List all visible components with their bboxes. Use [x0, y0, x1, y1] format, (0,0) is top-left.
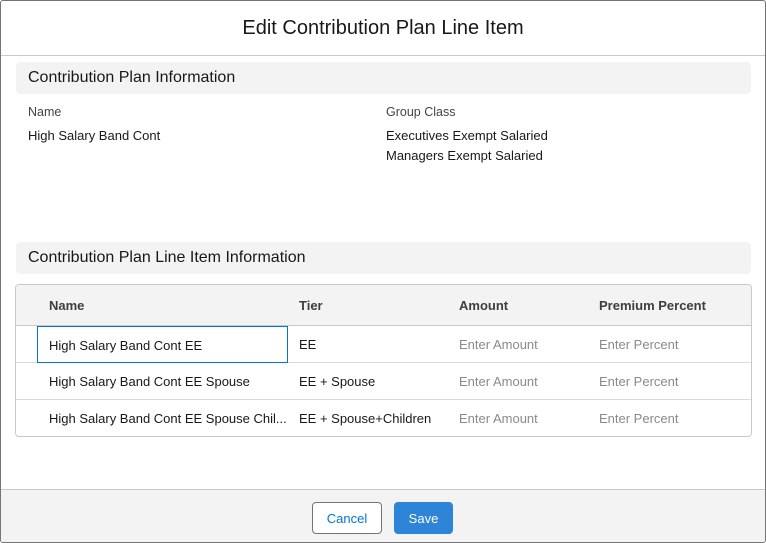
modal-header: Edit Contribution Plan Line Item	[1, 1, 765, 56]
amount-input[interactable]: Enter Amount	[459, 363, 584, 400]
table-row: High Salary Band Cont EE Spouse Chil... …	[16, 400, 751, 436]
table-header-row: Name Tier Amount Premium Percent	[16, 285, 751, 326]
table-row: High Salary Band Cont EE Spouse EE + Spo…	[16, 363, 751, 400]
column-header-name[interactable]: Name	[49, 285, 84, 326]
percent-input[interactable]: Enter Percent	[599, 400, 739, 436]
plan-info-section-title: Contribution Plan Information	[28, 69, 236, 86]
column-header-tier[interactable]: Tier	[299, 285, 323, 326]
percent-input[interactable]: Enter Percent	[599, 326, 739, 363]
cancel-button[interactable]: Cancel	[312, 502, 382, 534]
name-value: High Salary Band Cont	[28, 126, 160, 146]
column-header-premium-percent[interactable]: Premium Percent	[599, 285, 706, 326]
line-items-section-header: Contribution Plan Line Item Information	[16, 242, 751, 274]
edit-line-item-modal: Edit Contribution Plan Line Item Contrib…	[0, 0, 766, 543]
plan-info-section-header: Contribution Plan Information	[16, 62, 751, 94]
group-class-item: Executives Exempt Salaried	[386, 128, 548, 143]
modal-footer: Cancel Save	[1, 489, 765, 542]
line-items-section-title: Contribution Plan Line Item Information	[28, 249, 306, 266]
group-class-label: Group Class	[386, 105, 456, 119]
name-value-text: High Salary Band Cont	[28, 128, 161, 143]
amount-input[interactable]: Enter Amount	[459, 326, 584, 363]
group-class-value: Executives Exempt Salaried Managers Exem…	[386, 126, 548, 166]
amount-input[interactable]: Enter Amount	[459, 400, 584, 436]
line-items-table: Name Tier Amount Premium Percent High Sa…	[15, 284, 752, 437]
group-class-item: Managers Exempt Salaried	[386, 148, 543, 163]
name-label: Name	[28, 105, 62, 119]
percent-input[interactable]: Enter Percent	[599, 363, 739, 400]
name-cell-input[interactable]: High Salary Band Cont EE	[37, 326, 288, 363]
column-header-amount[interactable]: Amount	[459, 285, 508, 326]
name-cell[interactable]: High Salary Band Cont EE Spouse	[49, 363, 284, 400]
tier-cell: EE + Spouse	[299, 374, 376, 389]
tier-cell: EE + Spouse+Children	[299, 411, 432, 426]
tier-cell: EE	[299, 337, 317, 352]
modal-title: Edit Contribution Plan Line Item	[242, 16, 524, 39]
table-row: High Salary Band Cont EE EE Enter Amount…	[16, 326, 751, 363]
name-cell[interactable]: High Salary Band Cont EE Spouse Chil...	[49, 400, 289, 436]
save-button[interactable]: Save	[394, 502, 453, 534]
